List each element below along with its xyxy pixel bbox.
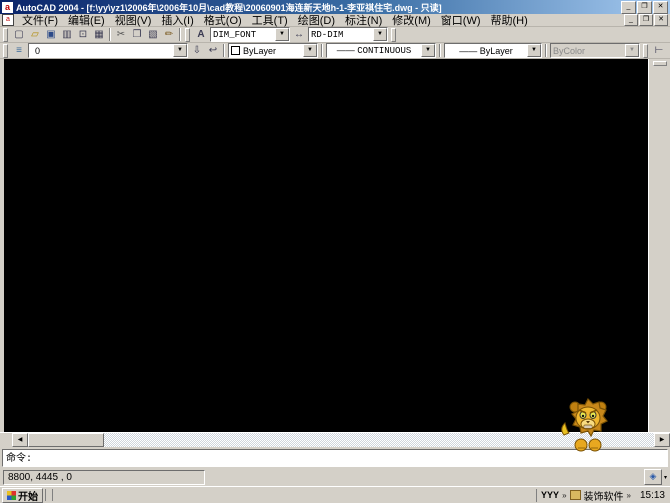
text-style-value: DIM_FONT: [213, 29, 257, 40]
linetype-value: —— CONTINUOUS: [336, 45, 412, 56]
chevron-down-icon: ▼: [625, 44, 639, 57]
toolbar-grip[interactable]: [391, 27, 396, 42]
text-style-combo[interactable]: DIM_FONT ▼: [210, 27, 290, 42]
language-indicator[interactable]: YYY: [541, 490, 559, 500]
lion-pupil: [581, 414, 585, 418]
menu-item[interactable]: 绘图(D): [293, 12, 340, 28]
drawing-viewport: [0, 59, 670, 432]
chevron-down-icon[interactable]: ▼: [421, 44, 435, 57]
lineweight-value: —— ByLayer: [459, 45, 513, 56]
doc-minimize-button[interactable]: _: [624, 14, 638, 26]
start-button[interactable]: 开始: [2, 487, 43, 503]
scroll-left-icon[interactable]: ◀: [12, 433, 28, 447]
menu-item[interactable]: 格式(O): [199, 12, 247, 28]
cut-icon[interactable]: ✂: [113, 28, 129, 42]
open-icon[interactable]: ▱: [27, 28, 43, 42]
chevron-icon[interactable]: »: [562, 491, 566, 500]
model-space-canvas[interactable]: [4, 59, 648, 432]
text-style-icon[interactable]: A: [193, 28, 209, 42]
lion-paw: [588, 438, 602, 452]
toolbar-grip[interactable]: [652, 61, 667, 66]
color-combo[interactable]: ByLayer ▼: [228, 43, 318, 58]
dim-style-value: RD-DIM: [311, 29, 344, 40]
menu-item[interactable]: 工具(T): [247, 12, 293, 28]
dim-style-icon[interactable]: ↔: [291, 28, 307, 42]
quick-launch: [45, 489, 53, 501]
menu-item[interactable]: 帮助(H): [486, 12, 533, 28]
dim-style-combo[interactable]: RD-DIM ▼: [308, 27, 388, 42]
coordinate-display[interactable]: 8800, 4445 , 0: [3, 469, 205, 485]
chevron-down-icon[interactable]: ▼: [275, 28, 289, 41]
restore-button[interactable]: ❐: [637, 0, 652, 14]
layers-properties-toolbar: ≡ 0 ▼ ⇩ ↩ ByLayer ▼ —— CONTINUOUS ▼ —— B…: [0, 43, 670, 59]
communication-center-icon[interactable]: ◈: [643, 469, 662, 485]
paste-icon[interactable]: ▧: [145, 28, 161, 42]
start-label: 开始: [18, 491, 38, 503]
lion-tail: [561, 422, 570, 436]
chevron-down-icon[interactable]: ▼: [527, 44, 541, 57]
toolbar-grip[interactable]: [185, 27, 190, 42]
plot-icon[interactable]: ▥: [59, 28, 75, 42]
menu-item[interactable]: 窗口(W): [436, 12, 486, 28]
plotstyle-combo: ByColor ▼: [550, 43, 640, 58]
linear-dimension-icon[interactable]: ⊢: [651, 44, 667, 58]
standard-toolbar: ▢ ▱ ▣ ▥ ⊡ ▦ ✂ ❐ ▧ ✏ A DIM_FONT ▼ ↔ RD-DIM ▼: [0, 27, 670, 43]
color-value: ByLayer: [229, 45, 303, 56]
layer-combo[interactable]: 0 ▼: [28, 43, 188, 58]
close-button[interactable]: ✕: [653, 0, 668, 14]
toolbar-grip[interactable]: [643, 43, 648, 58]
system-tray: YYY » 装饰软件 » 15:13: [536, 488, 668, 503]
deco-toolbar-label[interactable]: 装饰软件: [584, 488, 624, 503]
menu-item[interactable]: 插入(I): [156, 12, 198, 28]
lion-paw: [574, 438, 588, 452]
mascot-lion[interactable]: [558, 395, 614, 453]
scrollbar-thumb[interactable]: [28, 433, 104, 447]
menu-item[interactable]: 视图(V): [110, 12, 157, 28]
doc-close-button[interactable]: ✕: [654, 14, 668, 26]
menu-item[interactable]: 文件(F): [17, 12, 63, 28]
menu-items: 文件(F) 编辑(E) 视图(V) 插入(I) 格式(O) 工具(T) 绘图(D) 标注(N)…: [17, 12, 624, 28]
plotstyle-value: ByColor: [553, 45, 586, 56]
layer-manager-icon[interactable]: ≡: [11, 44, 27, 58]
modify-toolbar: [648, 59, 670, 432]
new-icon[interactable]: ▢: [11, 28, 27, 42]
linetype-combo[interactable]: —— CONTINUOUS ▼: [326, 43, 436, 58]
chevron-down-icon[interactable]: ▼: [303, 44, 317, 57]
publish-icon[interactable]: ▦: [91, 28, 107, 42]
toolbar-grip[interactable]: [3, 43, 8, 58]
menu-item[interactable]: 标注(N): [340, 12, 387, 28]
layout-tabs: [0, 433, 4, 447]
layer-previous-icon[interactable]: ↩: [205, 44, 221, 58]
print-preview-icon[interactable]: ⊡: [75, 28, 91, 42]
save-icon[interactable]: ▣: [43, 28, 59, 42]
menu-item[interactable]: 编辑(E): [63, 12, 110, 28]
match-properties-icon[interactable]: ✏: [161, 28, 177, 42]
chevron-icon[interactable]: »: [627, 491, 631, 500]
chevron-down-icon[interactable]: ▼: [173, 44, 187, 57]
scroll-right-icon[interactable]: ▶: [654, 433, 670, 447]
menu-item[interactable]: 修改(M): [387, 12, 436, 28]
doc-restore-button[interactable]: ❐: [639, 14, 653, 26]
color-swatch: [231, 45, 240, 55]
windows-flag-icon: [7, 490, 16, 500]
copy-clip-icon[interactable]: ❐: [129, 28, 145, 42]
current-layer-value: 0: [35, 45, 41, 56]
menu-bar: a 文件(F) 编辑(E) 视图(V) 插入(I) 格式(O) 工具(T) 绘图(D) 标注(…: [0, 14, 670, 27]
make-layer-current-icon[interactable]: ⇩: [189, 44, 205, 58]
lineweight-combo[interactable]: —— ByLayer ▼: [444, 43, 542, 58]
autocad-app-icon[interactable]: a: [2, 1, 13, 13]
command-prompt: 命令:: [6, 454, 33, 465]
taskbar-clock: 15:13: [639, 489, 665, 501]
chevron-down-icon[interactable]: ▼: [373, 28, 387, 41]
status-menu-arrow-icon[interactable]: ▾: [664, 474, 667, 481]
deco-toolbar-icon: [569, 490, 581, 500]
toolbar-grip[interactable]: [3, 27, 8, 42]
taskbar: 开始 YYY » 装饰软件 » 15:13: [0, 486, 670, 503]
lion-pupil: [591, 414, 595, 418]
document-icon[interactable]: a: [2, 14, 14, 26]
status-bar: 8800, 4445 , 0 ◈ ▾: [0, 468, 670, 486]
